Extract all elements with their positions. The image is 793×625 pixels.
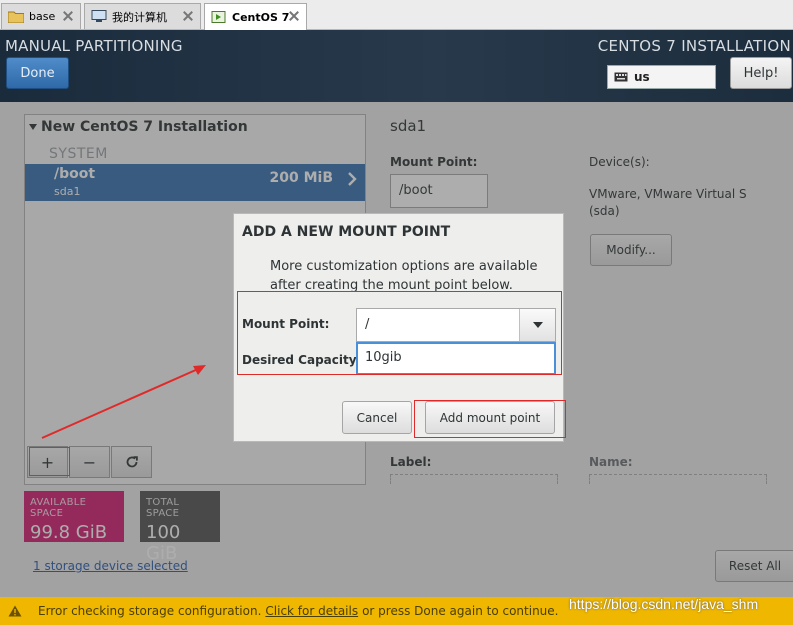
watermark-text: https://blog.csdn.net/java_shm (569, 596, 759, 612)
annotation-arrow (41, 365, 206, 439)
